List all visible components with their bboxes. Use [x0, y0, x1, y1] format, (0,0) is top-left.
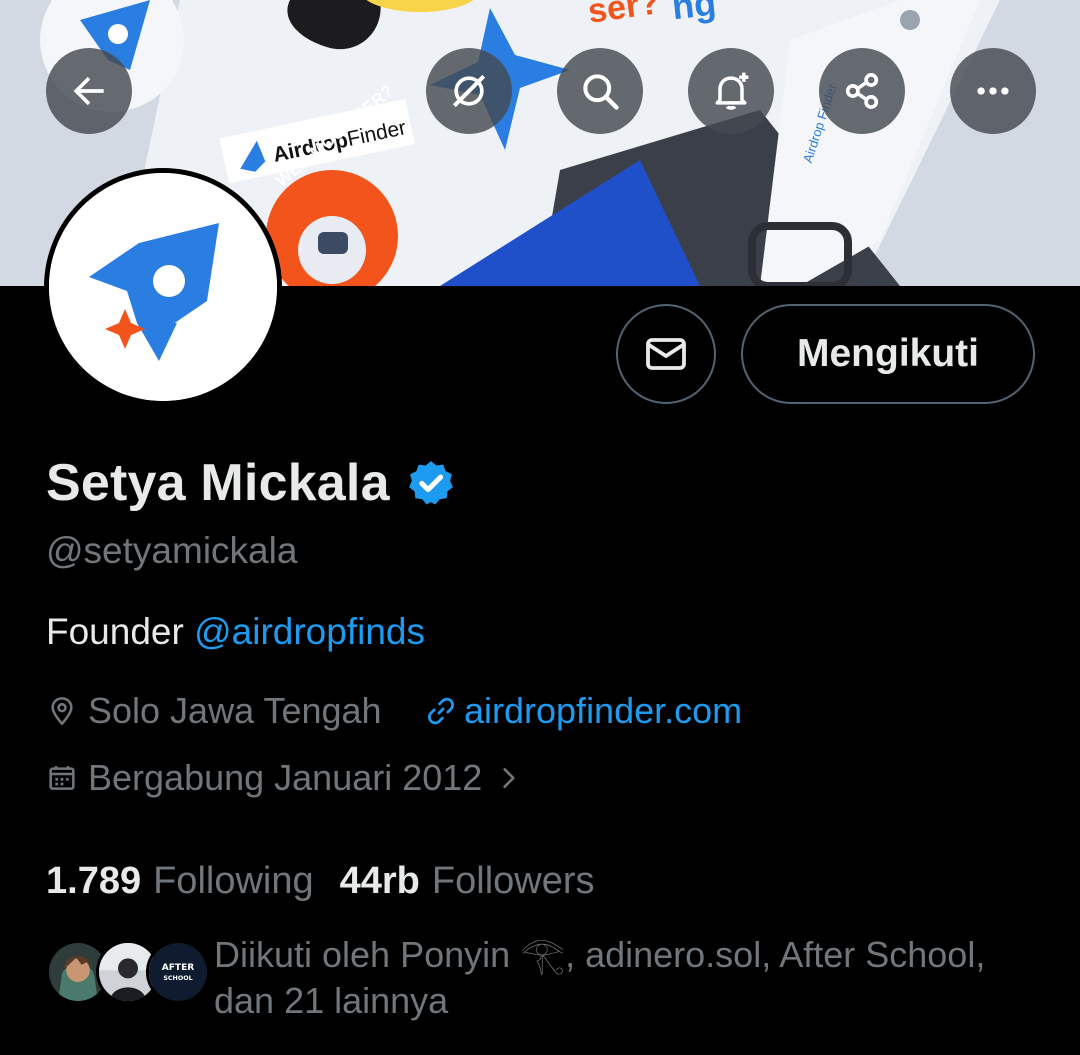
- rocket-logo-icon: [49, 173, 277, 401]
- profile-bio: Founder @airdropfinds: [46, 611, 425, 653]
- website-link-text[interactable]: airdropfinder.com: [464, 690, 742, 732]
- profile-handle: @setyamickala: [46, 530, 298, 571]
- grok-button[interactable]: [426, 48, 512, 134]
- bio-text: Founder: [46, 611, 195, 652]
- profile-location: Solo Jawa Tengah: [46, 690, 382, 732]
- notify-button[interactable]: [688, 48, 774, 134]
- followed-avatar-after-school: AFTER SCHOOL: [146, 940, 210, 1004]
- envelope-icon: [646, 338, 686, 370]
- location-text: Solo Jawa Tengah: [88, 690, 382, 731]
- avatar-image: AFTER SCHOOL: [149, 943, 207, 1001]
- search-button[interactable]: [557, 48, 643, 134]
- message-button[interactable]: [616, 304, 716, 404]
- profile-name: Setya Mickala: [46, 454, 390, 512]
- followers-count: 44rb: [339, 860, 420, 902]
- followers-label: Followers: [431, 860, 595, 902]
- followers-stat[interactable]: 44rb Followers: [340, 860, 595, 903]
- profile-avatar[interactable]: [44, 168, 282, 406]
- profile-website[interactable]: airdropfinder.com: [424, 690, 742, 732]
- following-stat[interactable]: 1.789 Following: [46, 860, 314, 903]
- following-label: Following: [153, 860, 314, 902]
- back-button[interactable]: [46, 48, 132, 134]
- profile-stats: 1.789 Following 44rb Followers: [46, 860, 595, 903]
- bell-plus-icon: [715, 72, 749, 110]
- back-arrow-icon: [73, 76, 104, 106]
- profile-joined[interactable]: Bergabung Januari 2012: [46, 757, 522, 799]
- after-school-logo-text: AFTER: [162, 963, 195, 973]
- share-icon: [845, 73, 879, 109]
- following-button[interactable]: Mengikuti: [741, 304, 1035, 404]
- svg-text:SCHOOL: SCHOOL: [163, 975, 192, 982]
- followed-by-text: Diikuti oleh Ponyin 𓂀, adinero.sol, Afte…: [214, 934, 986, 1021]
- calendar-icon: [49, 766, 75, 790]
- banner-top-text-b: ng: [669, 0, 718, 28]
- grok-icon: [452, 74, 486, 108]
- profile-name-row: Setya Mickala: [46, 453, 456, 513]
- more-button[interactable]: [950, 48, 1036, 134]
- more-icon: [977, 87, 1009, 95]
- search-icon: [583, 74, 619, 110]
- joined-text: Bergabung Januari 2012: [88, 757, 483, 798]
- bio-mention-link[interactable]: @airdropfinds: [194, 611, 425, 652]
- followed-by[interactable]: AFTER SCHOOL Diikuti oleh Ponyin 𓂀, adin…: [46, 930, 1036, 1021]
- link-icon: [428, 697, 454, 725]
- verified-badge-icon[interactable]: [406, 458, 456, 508]
- chevron-right-icon: [503, 768, 515, 788]
- location-pin-icon: [51, 697, 73, 726]
- share-button[interactable]: [819, 48, 905, 134]
- following-count: 1.789: [46, 860, 142, 902]
